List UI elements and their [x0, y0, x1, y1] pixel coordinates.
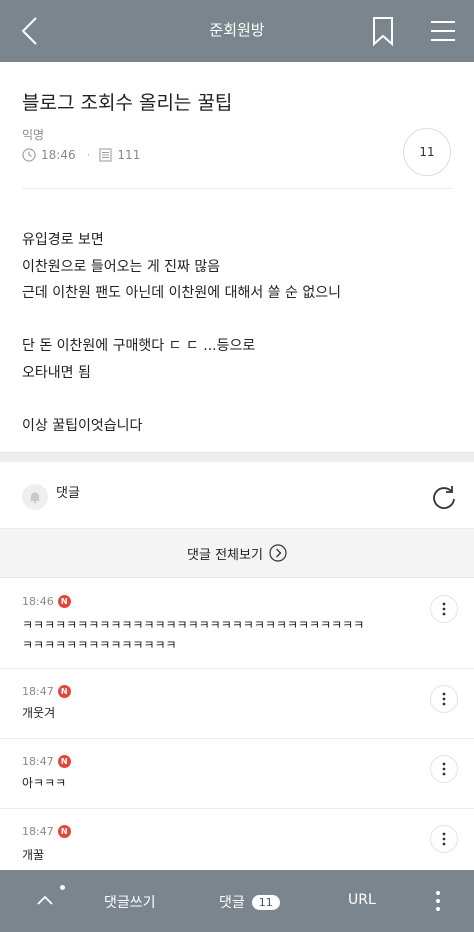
- post-meta: 18:46 · 111: [22, 147, 140, 163]
- post-views: 111: [117, 148, 141, 162]
- meta-separator-dot: ·: [86, 148, 91, 162]
- board-title: 준회원방: [209, 21, 265, 39]
- comment-text-line: 개꿀: [22, 848, 45, 862]
- comments-button-label: 댓글: [219, 895, 245, 911]
- body-line: [22, 386, 462, 413]
- more-vertical-icon: [442, 832, 446, 846]
- bottom-bar: 댓글쓰기 댓글 11 URL: [0, 870, 474, 932]
- hamburger-menu-icon[interactable]: [428, 16, 458, 46]
- comment-time: 18:47 N: [22, 755, 71, 768]
- new-badge: N: [57, 825, 71, 838]
- comment-text: ㅋㅋㅋㅋㅋㅋㅋㅋㅋㅋㅋㅋㅋㅋㅋㅋㅋㅋㅋㅋㅋㅋㅋㅋㅋㅋㅋㅋㅋㅋㅋ ㅋㅋㅋㅋㅋㅋㅋㅋ…: [22, 615, 364, 655]
- comment-text: 개웃겨: [22, 703, 55, 723]
- bell-icon[interactable]: [22, 484, 48, 510]
- header-divider: [22, 188, 452, 189]
- new-badge: N: [57, 595, 71, 608]
- refresh-icon[interactable]: [430, 484, 458, 512]
- comment-time-text: 18:47: [22, 685, 54, 698]
- comment-time: 18:47 N: [22, 825, 71, 838]
- more-vertical-icon: [442, 762, 446, 776]
- post-author: 익명: [22, 128, 45, 142]
- views-icon: [99, 148, 112, 162]
- bookmark-icon[interactable]: [370, 14, 396, 48]
- view-all-comments-button[interactable]: 댓글 전체보기: [0, 528, 474, 578]
- comment-text-line: 아ㅋㅋㅋ: [22, 776, 67, 790]
- body-line: 오타내면 됨: [22, 364, 91, 381]
- comment-more-button[interactable]: [430, 825, 458, 853]
- comment-time: 18:46 N: [22, 595, 71, 608]
- scroll-up-icon[interactable]: [34, 889, 56, 911]
- section-divider: [0, 452, 474, 462]
- write-comment-button[interactable]: 댓글쓰기: [104, 892, 156, 912]
- post-body: 유입경로 보면 이찬원으로 들어오는 게 진짜 많음 근데 이찬원 팬도 아닌데…: [22, 227, 462, 439]
- body-line: 단 돈 이찬원에 구매햇다 ㄷ ㄷ ...등으로: [22, 338, 256, 354]
- url-button[interactable]: URL: [348, 892, 376, 908]
- body-line: 이찬원으로 들어오는 게 진짜 많음: [22, 258, 221, 275]
- comment-text: 개꿀: [22, 845, 44, 865]
- view-all-label: 댓글 전체보기: [187, 547, 263, 563]
- body-line: 이상 꿀팁이엇습니다: [22, 417, 143, 434]
- chevron-right-circle-icon: [269, 544, 287, 562]
- comment-text-line: ㅋㅋㅋㅋㅋㅋㅋㅋㅋㅋㅋㅋㅋㅋㅋㅋㅋㅋㅋㅋㅋㅋㅋㅋㅋㅋㅋㅋㅋㅋㅋ: [22, 618, 365, 632]
- comment-item: 18:46 N ㅋㅋㅋㅋㅋㅋㅋㅋㅋㅋㅋㅋㅋㅋㅋㅋㅋㅋㅋㅋㅋㅋㅋㅋㅋㅋㅋㅋㅋㅋㅋ …: [0, 579, 474, 669]
- comment-item: 18:47 N 개꿀: [0, 809, 474, 870]
- comment-time-text: 18:47: [22, 825, 54, 838]
- more-vertical-icon[interactable]: [430, 888, 446, 914]
- comment-count-circle[interactable]: 11: [403, 128, 451, 176]
- clock-icon: [22, 148, 36, 162]
- body-line: 근데 이찬원 팬도 아닌데 이찬원에 대해서 쓸 순 없으니: [22, 285, 341, 301]
- notification-dot: [60, 885, 65, 890]
- body-line: [22, 307, 462, 334]
- body-line: 유입경로 보면: [22, 232, 104, 248]
- comment-item: 18:47 N 개웃겨: [0, 669, 474, 739]
- new-badge: N: [57, 755, 71, 768]
- comments-count-badge: 11: [251, 894, 280, 910]
- comment-text-line: 개웃겨: [22, 706, 56, 720]
- comments-button[interactable]: 댓글 11: [219, 892, 280, 912]
- comment-text: 아ㅋㅋㅋ: [22, 773, 66, 793]
- comments-label: 댓글: [56, 486, 80, 501]
- comment-item: 18:47 N 아ㅋㅋㅋ: [0, 739, 474, 809]
- more-vertical-icon: [442, 692, 446, 706]
- new-badge: N: [57, 685, 71, 698]
- comment-time-text: 18:47: [22, 755, 54, 768]
- more-vertical-icon: [442, 602, 446, 616]
- comment-time: 18:47 N: [22, 685, 71, 698]
- comment-text-line: ㅋㅋㅋㅋㅋㅋㅋㅋㅋㅋㅋㅋㅋㅋ: [22, 638, 177, 652]
- post-time: 18:46: [41, 148, 76, 162]
- comment-more-button[interactable]: [430, 685, 458, 713]
- top-bar: 준회원방: [0, 0, 474, 62]
- post-title: 블로그 조회수 올리는 꿀팁: [22, 92, 233, 114]
- comment-more-button[interactable]: [430, 595, 458, 623]
- comment-time-text: 18:46: [22, 595, 54, 608]
- comment-more-button[interactable]: [430, 755, 458, 783]
